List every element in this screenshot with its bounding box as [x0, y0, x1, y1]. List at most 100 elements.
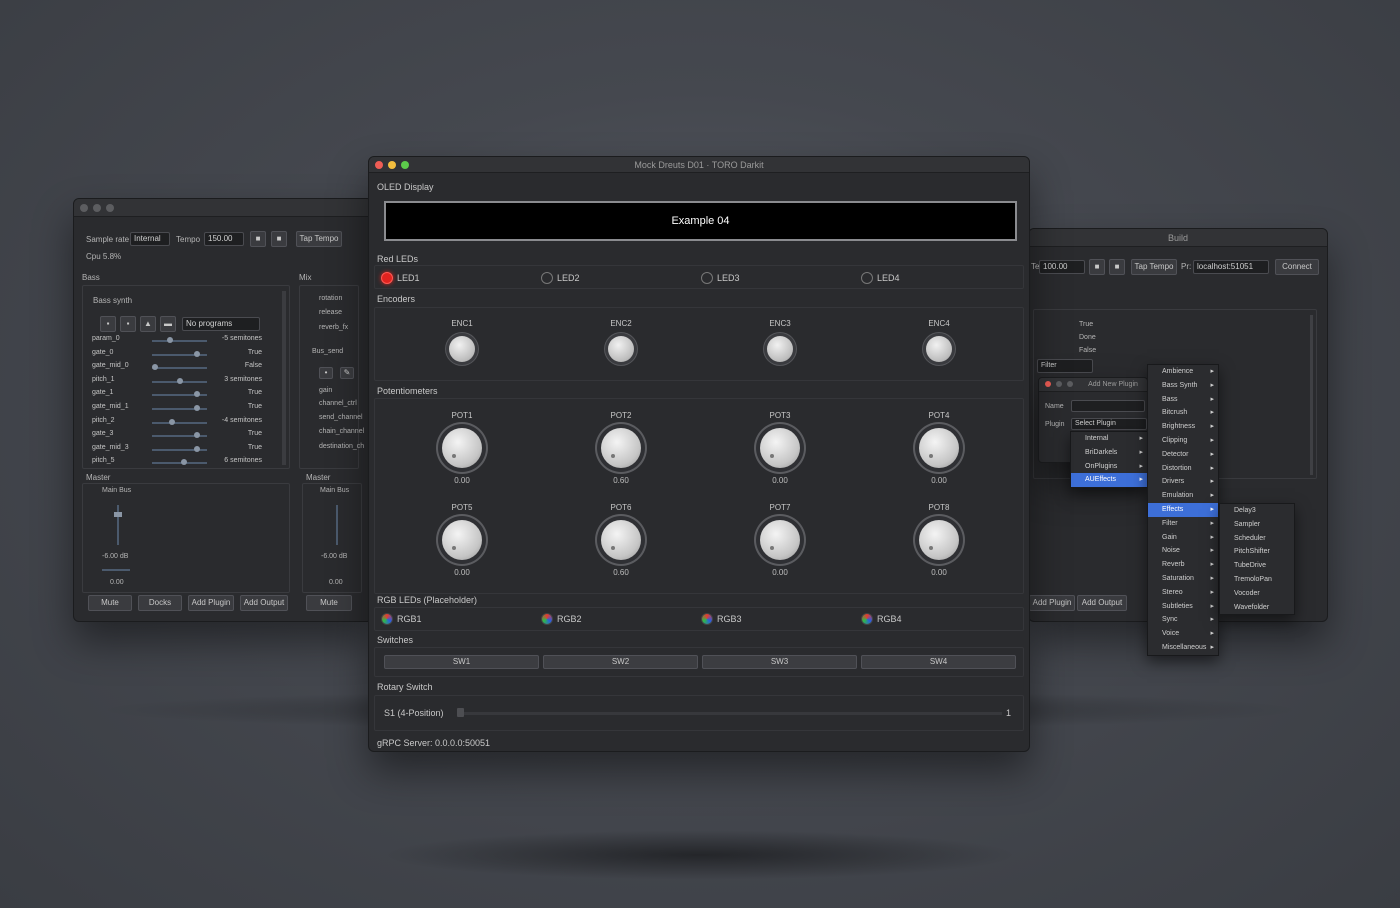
mute-button-b[interactable]: Mute	[306, 595, 352, 611]
potentiometer[interactable]: POT5 0.00	[422, 503, 502, 577]
effect-menu-item[interactable]: Wavefolder	[1220, 601, 1294, 615]
submenu-item[interactable]: Noise ▸	[1148, 544, 1218, 558]
tap-tempo-button[interactable]: Tap Tempo	[296, 231, 342, 247]
filter-input[interactable]: Filter	[1037, 359, 1093, 373]
plugin-select[interactable]: Select Plugin	[1071, 418, 1147, 430]
pot-knob[interactable]	[601, 520, 641, 560]
parameter-slider-thumb[interactable]	[166, 337, 173, 343]
zoom-button[interactable]	[401, 161, 409, 169]
potentiometer[interactable]: POT3 0.00	[740, 411, 820, 485]
tempo-input[interactable]: 100.00	[1039, 260, 1085, 274]
add-plugin-button[interactable]: Add Plugin	[188, 595, 234, 611]
parameter-row[interactable]: pitch_5 6 semitones	[92, 457, 262, 469]
submenu-item[interactable]: Bass ▸	[1148, 393, 1218, 407]
parameter-slider-thumb[interactable]	[193, 445, 200, 452]
volume-fader-track[interactable]	[117, 505, 119, 545]
download-icon[interactable]: ▬	[160, 316, 176, 332]
pan-slider[interactable]	[102, 569, 130, 571]
zoom-button[interactable]	[1067, 381, 1073, 387]
add-output-button[interactable]: Add Output	[240, 595, 288, 611]
pot-knob[interactable]	[919, 520, 959, 560]
submenu-item[interactable]: Voice ▸	[1148, 627, 1218, 641]
parameter-slider-thumb[interactable]	[181, 459, 188, 466]
pot-knob[interactable]	[760, 520, 800, 560]
encoder[interactable]: ENC3	[740, 319, 820, 362]
minimize-button[interactable]	[93, 204, 101, 212]
submenu-item[interactable]: Effects ▸	[1148, 502, 1218, 517]
encoder[interactable]: ENC2	[581, 319, 661, 362]
edit-icon[interactable]: ✎	[340, 367, 354, 379]
scrollbar[interactable]	[282, 291, 286, 465]
parameter-row[interactable]: gate_1 True	[92, 389, 262, 401]
switch-button[interactable]: SW2	[543, 655, 698, 669]
zoom-button[interactable]	[106, 204, 114, 212]
menu-item-aueffects[interactable]: AUEffects ▸	[1071, 473, 1147, 488]
upload-icon[interactable]: ▲	[140, 316, 156, 332]
scrollbar[interactable]	[1310, 315, 1313, 475]
parameter-slider-track[interactable]	[152, 340, 207, 342]
volume-fader-track-b[interactable]	[336, 505, 338, 545]
effect-menu-item[interactable]: TubeDrive	[1220, 559, 1294, 573]
parameter-slider-thumb[interactable]	[193, 432, 200, 439]
minimize-button[interactable]	[1056, 381, 1062, 387]
effect-menu-item[interactable]: Scheduler	[1220, 532, 1294, 546]
parameter-slider-track[interactable]	[152, 421, 207, 424]
switch-button[interactable]: SW3	[702, 655, 857, 669]
submenu-item[interactable]: Bass Synth ▸	[1148, 379, 1218, 393]
parameter-slider-thumb[interactable]	[176, 377, 183, 384]
encoder[interactable]: ENC1	[422, 319, 502, 362]
tempo-input[interactable]: 150.00	[204, 232, 244, 246]
play-icon[interactable]: ■	[1109, 259, 1125, 275]
sample-rate-select[interactable]: Internal	[130, 232, 170, 246]
parameter-row[interactable]: gate_mid_3 True	[92, 444, 262, 456]
submenu-item[interactable]: Bitcrush ▸	[1148, 406, 1218, 420]
parameter-slider-thumb[interactable]	[193, 405, 200, 411]
submenu-item[interactable]: Ambience ▸	[1148, 365, 1218, 379]
parameter-slider-thumb[interactable]	[169, 418, 176, 425]
submenu-item[interactable]: Gain ▸	[1148, 531, 1218, 545]
parameter-slider-thumb[interactable]	[193, 350, 200, 357]
encoder-knob[interactable]	[608, 336, 634, 362]
submenu-item[interactable]: Filter ▸	[1148, 517, 1218, 531]
server-address-input[interactable]: localhost:51051	[1193, 260, 1269, 274]
close-button[interactable]	[1045, 381, 1051, 387]
parameter-row[interactable]: param_0 -5 semitones	[92, 335, 262, 347]
parameter-row[interactable]: gate_0 True	[92, 349, 262, 361]
potentiometer[interactable]: POT1 0.00	[422, 411, 502, 485]
effect-menu-item[interactable]: PitchShifter	[1220, 545, 1294, 559]
parameter-row[interactable]: pitch_1 3 semitones	[92, 376, 262, 388]
parameter-slider-thumb[interactable]	[193, 391, 200, 398]
add-output-button[interactable]: Add Output	[1077, 595, 1127, 611]
mute-button[interactable]: Mute	[88, 595, 132, 611]
encoder[interactable]: ENC4	[899, 319, 979, 362]
submenu-item[interactable]: Sync ▸	[1148, 613, 1218, 627]
stop-icon[interactable]: ■	[250, 231, 266, 247]
program-select[interactable]: No programs	[182, 317, 260, 331]
effect-menu-item[interactable]: Vocoder	[1220, 587, 1294, 601]
encoder-knob[interactable]	[926, 336, 952, 362]
encoder-knob[interactable]	[767, 336, 793, 362]
play-icon[interactable]: ■	[271, 231, 287, 247]
effect-menu-item[interactable]: Delay3	[1220, 504, 1294, 518]
switch-button[interactable]: SW1	[384, 655, 539, 669]
effect-menu-item[interactable]: TremoloPan	[1220, 573, 1294, 587]
submenu-item[interactable]: Saturation ▸	[1148, 572, 1218, 586]
parameter-slider-thumb[interactable]	[152, 364, 158, 371]
submenu-item[interactable]: Subtleties ▸	[1148, 600, 1218, 614]
volume-fader-thumb[interactable]	[114, 512, 122, 517]
menu-item-onplugins[interactable]: OnPlugins ▸	[1071, 460, 1147, 474]
submenu-item[interactable]: Detector ▸	[1148, 448, 1218, 462]
parameter-slider-track[interactable]	[152, 367, 207, 370]
parameter-row[interactable]: gate_mid_1 True	[92, 403, 262, 415]
submenu-item[interactable]: Drivers ▸	[1148, 475, 1218, 489]
submenu-item[interactable]: Reverb ▸	[1148, 558, 1218, 572]
close-button[interactable]	[375, 161, 383, 169]
minimize-button[interactable]	[388, 161, 396, 169]
parameter-slider-track[interactable]	[152, 462, 207, 465]
pot-knob[interactable]	[601, 428, 641, 468]
menu-item-bridarkels[interactable]: BriDarkels ▸	[1071, 446, 1147, 460]
submenu-item[interactable]: Stereo ▸	[1148, 586, 1218, 600]
gear-icon[interactable]: •	[319, 367, 333, 379]
folder-icon[interactable]: ▪	[100, 316, 116, 332]
potentiometer[interactable]: POT8 0.00	[899, 503, 979, 577]
